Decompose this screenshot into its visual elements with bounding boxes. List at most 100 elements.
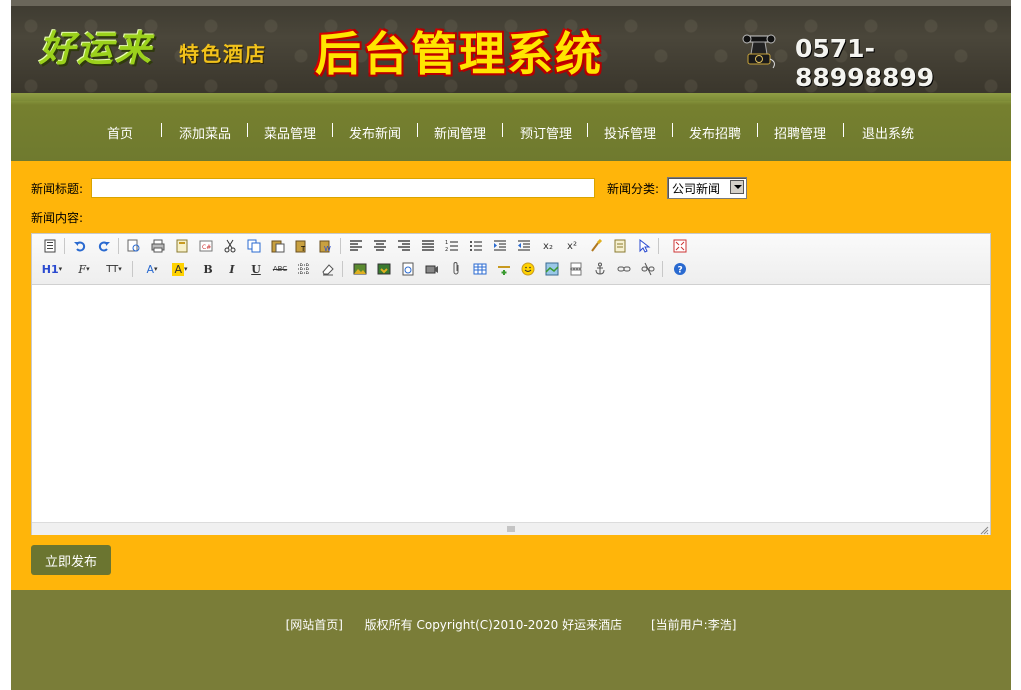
- italic-icon[interactable]: I: [222, 259, 242, 279]
- indent-icon[interactable]: [490, 236, 510, 256]
- heading-icon[interactable]: H1 ▾: [40, 259, 64, 279]
- nav-item-add-dish[interactable]: 添加菜品: [179, 123, 231, 142]
- toolbar-row-2: H1 ▾ F ▾ TT ▾ A ▾ A ▾ B I U ABC ?: [40, 259, 980, 279]
- print-icon[interactable]: [148, 236, 168, 256]
- resize-grip-icon[interactable]: [504, 524, 518, 534]
- category-label: 新闻分类:: [607, 182, 660, 196]
- align-center-icon[interactable]: [370, 236, 390, 256]
- nav-divider: [161, 123, 162, 137]
- news-form: 新闻标题: 新闻分类: 公司新闻 新闻内容: C# T W 1 2 x₂ x² …: [11, 161, 1011, 590]
- phone-number: 0571-88998899: [795, 34, 935, 92]
- font-size-glyph: TT: [106, 263, 119, 275]
- toolbar-row-1: C# T W 12 x₂ x²: [40, 236, 980, 256]
- nav-item-booking-manage[interactable]: 预订管理: [520, 123, 572, 142]
- content-label: 新闻内容:: [31, 211, 84, 225]
- toolbar-separator: [342, 261, 343, 277]
- superscript-icon[interactable]: x²: [562, 236, 582, 256]
- nav-item-publish-job[interactable]: 发布招聘: [689, 123, 741, 142]
- editor-content-area[interactable]: [32, 285, 990, 521]
- ordered-list-icon[interactable]: 12: [442, 236, 462, 256]
- font-color-glyph: A: [146, 262, 154, 276]
- nav-item-publish-news[interactable]: 发布新闻: [349, 123, 401, 142]
- outdent-icon[interactable]: [514, 236, 534, 256]
- copy-icon[interactable]: [244, 236, 264, 256]
- multi-image-icon[interactable]: [374, 259, 394, 279]
- cut-icon[interactable]: [220, 236, 240, 256]
- font-family-glyph: F: [78, 262, 87, 276]
- media-icon[interactable]: [422, 259, 442, 279]
- redo-icon[interactable]: [94, 236, 114, 256]
- chevron-down-icon[interactable]: [730, 180, 744, 194]
- map-icon[interactable]: [542, 259, 562, 279]
- clear-format-icon[interactable]: [586, 236, 606, 256]
- nav-item-logout[interactable]: 退出系统: [862, 123, 914, 142]
- align-right-icon[interactable]: [394, 236, 414, 256]
- title-label: 新闻标题:: [31, 182, 84, 196]
- main-nav: 首页 添加菜品 菜品管理 发布新闻 新闻管理 预订管理 投诉管理 发布招聘 招聘…: [11, 93, 1011, 161]
- font-color-icon[interactable]: A ▾: [140, 259, 164, 279]
- image-icon[interactable]: [350, 259, 370, 279]
- bold-icon[interactable]: B: [198, 259, 218, 279]
- underline-icon[interactable]: U: [246, 259, 266, 279]
- remove-format-icon[interactable]: [318, 259, 338, 279]
- highlight-icon[interactable]: A ▾: [168, 259, 192, 279]
- toolbar-separator: [132, 261, 133, 277]
- table-icon[interactable]: [470, 259, 490, 279]
- editor-resize-bar[interactable]: [32, 522, 990, 535]
- undo-icon[interactable]: [70, 236, 90, 256]
- subscript-icon[interactable]: x₂: [538, 236, 558, 256]
- toolbar-separator: [340, 238, 341, 254]
- toolbar-separator: [64, 238, 65, 254]
- footer: [网站首页] 版权所有 Copyright(C)2010-2020 好运来酒店 …: [11, 590, 1011, 690]
- bold-glyph: B: [203, 262, 213, 276]
- svg-text:W: W: [324, 245, 331, 253]
- font-family-icon[interactable]: F ▾: [72, 259, 96, 279]
- help-icon[interactable]: ?: [670, 259, 690, 279]
- rich-text-editor: C# T W 12 x₂ x² H1 ▾ F ▾ TT ▾ A ▾ A ▾ B …: [31, 233, 991, 535]
- footer-copyright: 版权所有 Copyright(C)2010-2020 好运来酒店: [364, 618, 623, 632]
- line-height-icon[interactable]: [294, 259, 314, 279]
- link-icon[interactable]: [614, 259, 634, 279]
- publish-button[interactable]: 立即发布: [31, 545, 111, 575]
- unordered-list-icon[interactable]: [466, 236, 486, 256]
- select-all-icon[interactable]: [610, 236, 630, 256]
- anchor-icon[interactable]: [590, 259, 610, 279]
- fullscreen-icon[interactable]: [670, 236, 690, 256]
- cursor-icon[interactable]: [634, 236, 654, 256]
- code-icon[interactable]: C#: [196, 236, 216, 256]
- nav-item-job-manage[interactable]: 招聘管理: [774, 123, 826, 142]
- corner-resize-icon[interactable]: [979, 525, 989, 535]
- preview-icon[interactable]: [124, 236, 144, 256]
- template-icon[interactable]: [172, 236, 192, 256]
- nav-divider: [843, 123, 844, 137]
- source-icon[interactable]: [40, 236, 60, 256]
- news-category-select[interactable]: 公司新闻: [667, 177, 747, 199]
- attachment-icon[interactable]: [446, 259, 466, 279]
- paste-word-icon[interactable]: W: [316, 236, 336, 256]
- flash-icon[interactable]: [398, 259, 418, 279]
- app-root: 好运来 特色酒店 后台管理系统 0571-88998899 首页 添加菜品 菜品…: [11, 0, 1011, 690]
- nav-item-news-manage[interactable]: 新闻管理: [434, 123, 486, 142]
- hr-icon[interactable]: [494, 259, 514, 279]
- nav-item-home[interactable]: 首页: [107, 123, 133, 142]
- pagebreak-icon[interactable]: [566, 259, 586, 279]
- nav-item-complaint-manage[interactable]: 投诉管理: [604, 123, 656, 142]
- nav-divider: [757, 123, 758, 137]
- strikethrough-icon[interactable]: ABC: [270, 259, 290, 279]
- nav-bevel: [11, 93, 1011, 101]
- footer-current-user: [当前用户:李浩]: [650, 618, 737, 632]
- nav-item-dish-manage[interactable]: 菜品管理: [264, 123, 316, 142]
- footer-home-link[interactable]: [网站首页]: [286, 618, 343, 632]
- toolbar-separator: [662, 261, 663, 277]
- news-title-input[interactable]: [91, 178, 595, 198]
- align-justify-icon[interactable]: [418, 236, 438, 256]
- paste-icon[interactable]: [268, 236, 288, 256]
- align-left-icon[interactable]: [346, 236, 366, 256]
- nav-divider: [417, 123, 418, 137]
- font-size-icon[interactable]: TT ▾: [102, 259, 126, 279]
- paste-text-icon[interactable]: T: [292, 236, 312, 256]
- brand-logo: 好运来: [39, 28, 154, 70]
- unlink-icon[interactable]: [638, 259, 658, 279]
- emoticon-icon[interactable]: [518, 259, 538, 279]
- svg-text:C#: C#: [202, 244, 211, 251]
